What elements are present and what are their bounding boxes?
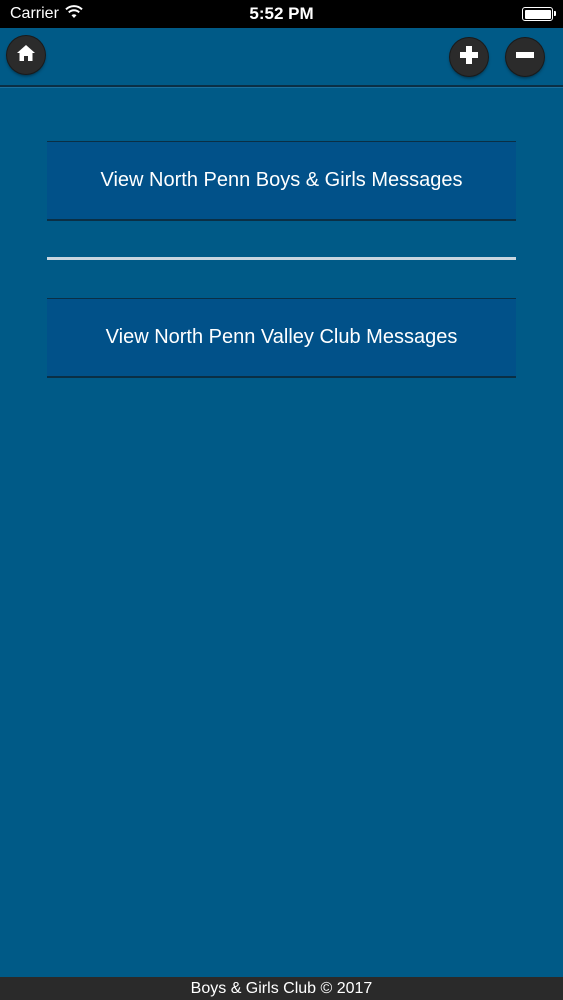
minus-icon bbox=[514, 44, 536, 71]
status-bar: Carrier 5:52 PM bbox=[0, 0, 563, 28]
wifi-icon bbox=[65, 4, 83, 24]
north-penn-valley-club-messages-button[interactable]: View North Penn Valley Club Messages bbox=[47, 298, 516, 378]
battery-icon bbox=[522, 7, 556, 21]
status-left: Carrier bbox=[10, 4, 160, 24]
home-button[interactable] bbox=[7, 36, 45, 74]
status-time: 5:52 PM bbox=[249, 4, 314, 23]
button-label: View North Penn Valley Club Messages bbox=[105, 326, 458, 348]
home-icon bbox=[16, 44, 36, 67]
zoom-in-button[interactable] bbox=[450, 38, 488, 76]
battery-fill bbox=[524, 9, 551, 19]
nav-bar bbox=[0, 28, 563, 87]
divider bbox=[47, 257, 516, 260]
footer-text: Boys & Girls Club © 2017 bbox=[190, 979, 373, 997]
plus-icon bbox=[458, 44, 480, 71]
footer: Boys & Girls Club © 2017 bbox=[0, 977, 563, 1000]
status-right bbox=[403, 7, 556, 21]
zoom-out-button[interactable] bbox=[506, 38, 544, 76]
north-penn-boys-girls-messages-button[interactable]: View North Penn Boys & Girls Messages bbox=[47, 141, 516, 221]
carrier-label: Carrier bbox=[10, 5, 59, 22]
button-label: View North Penn Boys & Girls Messages bbox=[100, 169, 463, 191]
